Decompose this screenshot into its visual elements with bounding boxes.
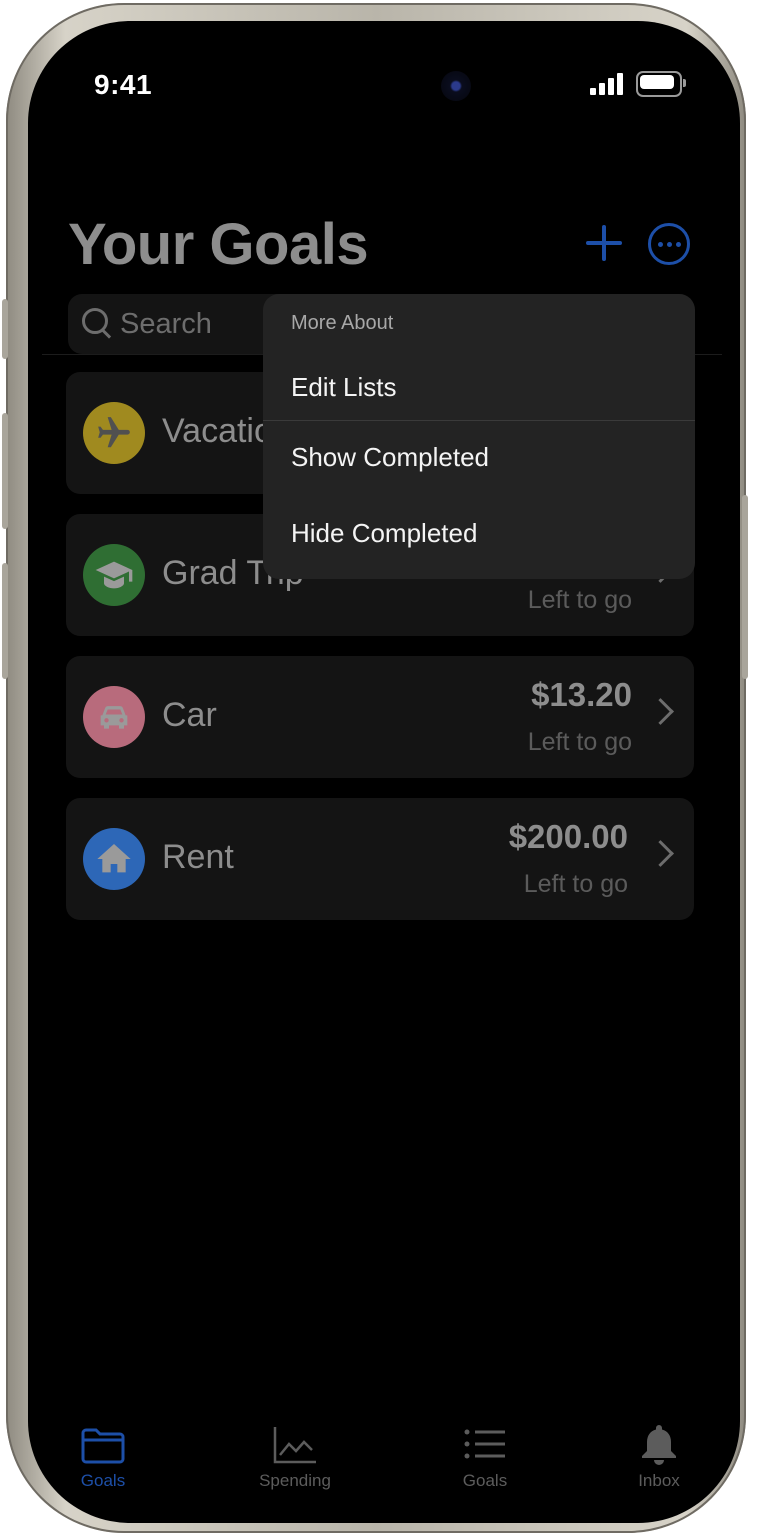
menu-item-show-completed[interactable]: Show Completed <box>263 422 695 492</box>
battery-icon <box>636 71 686 97</box>
goal-amount: $13.20 <box>531 676 632 713</box>
menu-item-hide-completed[interactable]: Hide Completed <box>263 498 695 568</box>
tab-label: Spending <box>259 1471 331 1490</box>
list-icon <box>464 1429 505 1459</box>
folder-icon <box>81 1428 125 1464</box>
more-options-button[interactable] <box>648 223 690 265</box>
menu-item-label: Show Completed <box>291 442 489 472</box>
tab-label: Inbox <box>638 1471 680 1490</box>
airplane-icon <box>83 402 145 464</box>
tab-goals[interactable]: Goals <box>43 1423 163 1513</box>
menu-divider <box>263 420 695 421</box>
menu-item-label: Hide Completed <box>291 518 478 548</box>
goal-sub-label: Left to go <box>527 728 632 756</box>
tab-goals-list[interactable]: Goals <box>425 1423 545 1513</box>
goal-sub-label: Left to go <box>523 870 628 898</box>
menu-item-edit-lists[interactable]: Edit Lists <box>263 352 695 422</box>
car-icon <box>83 686 145 748</box>
search-icon <box>82 308 108 334</box>
bell-icon <box>642 1425 676 1465</box>
chart-icon <box>273 1427 316 1464</box>
volume-up-button <box>2 413 8 529</box>
tab-label: Goals <box>462 1471 508 1490</box>
power-button <box>742 495 748 679</box>
add-goal-button[interactable] <box>584 223 624 263</box>
chevron-right-icon <box>647 840 674 867</box>
goal-card-rent[interactable]: Rent $200.00 Left to go <box>66 798 694 920</box>
volume-down-button <box>2 563 8 679</box>
graduation-cap-icon <box>83 544 145 606</box>
chevron-right-icon <box>647 698 674 725</box>
goal-name: Car <box>162 696 217 734</box>
more-options-menu: More About Edit Lists Show Completed Hid… <box>263 294 695 579</box>
goal-amount: $200.00 <box>508 818 628 855</box>
house-icon <box>83 828 145 890</box>
tab-inbox[interactable]: Inbox <box>599 1423 719 1513</box>
menu-header: More About <box>291 312 394 334</box>
front-camera <box>441 71 471 101</box>
goal-card-car[interactable]: Car $13.20 Left to go <box>66 656 694 778</box>
status-time: 9:41 <box>94 69 153 100</box>
tab-label: Goals <box>80 1471 126 1490</box>
tab-spending[interactable]: Spending <box>235 1423 355 1513</box>
screen: 9:41 Your Goals Search Vacation Grad Tri… <box>28 21 740 1523</box>
signal-icon <box>590 73 624 95</box>
goal-sub-label: Left to go <box>527 586 632 614</box>
phone-frame: 9:41 Your Goals Search Vacation Grad Tri… <box>2 3 748 1533</box>
mute-switch <box>2 299 8 359</box>
page-title: Your Goals <box>68 212 369 277</box>
search-placeholder: Search <box>120 308 212 340</box>
goal-name: Rent <box>162 838 234 876</box>
menu-item-label: Edit Lists <box>291 372 397 402</box>
